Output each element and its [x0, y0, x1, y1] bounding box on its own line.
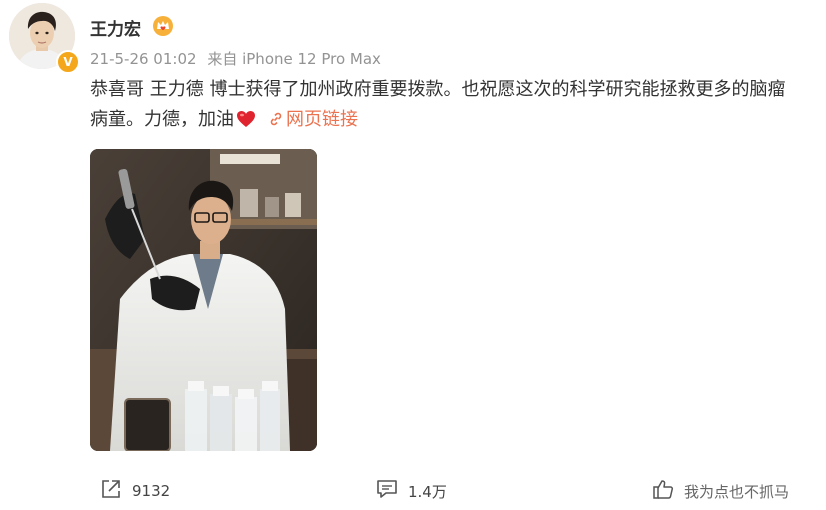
comment-icon [376, 479, 398, 503]
post-source: 来自 iPhone 12 Pro Max [207, 50, 381, 68]
repost-icon [100, 479, 122, 503]
verified-badge: V [56, 50, 80, 74]
weblink-label: 网页链接 [286, 109, 358, 130]
like-icon [652, 479, 674, 503]
like-button[interactable]: 我为点也不抓马 [652, 479, 789, 503]
timestamp[interactable]: 21-5-26 01:02 [90, 50, 197, 68]
repost-count: 9132 [132, 482, 171, 500]
username[interactable]: 王力宏 [90, 15, 141, 40]
watermark: 我为点也不抓马 [684, 482, 790, 501]
post-text: 恭喜哥 王力德 博士获得了加州政府重要拨款。也祝愿这次的科学研究能拯救更多的脑瘤… [90, 75, 820, 138]
link-icon [268, 107, 284, 137]
weblink[interactable]: 网页链接 [268, 109, 358, 130]
heart-icon [236, 108, 256, 138]
comment-button[interactable]: 1.4万 [376, 479, 447, 503]
post-meta: 21-5-26 01:02 来自 iPhone 12 Pro Max [90, 48, 381, 69]
post-text-line2: 病童。力德，加油 [90, 109, 234, 130]
post-footer: 9132 1.4万 我为点也不抓马 [0, 470, 826, 510]
post-text-line1: 恭喜哥 王力德 博士获得了加州政府重要拨款。也祝愿这次的科学研究能拯救更多的脑瘤 [90, 79, 786, 100]
comment-count: 1.4万 [408, 482, 447, 501]
crown-icon[interactable] [152, 15, 174, 37]
post-image[interactable] [90, 149, 317, 451]
repost-button[interactable]: 9132 [100, 479, 170, 503]
